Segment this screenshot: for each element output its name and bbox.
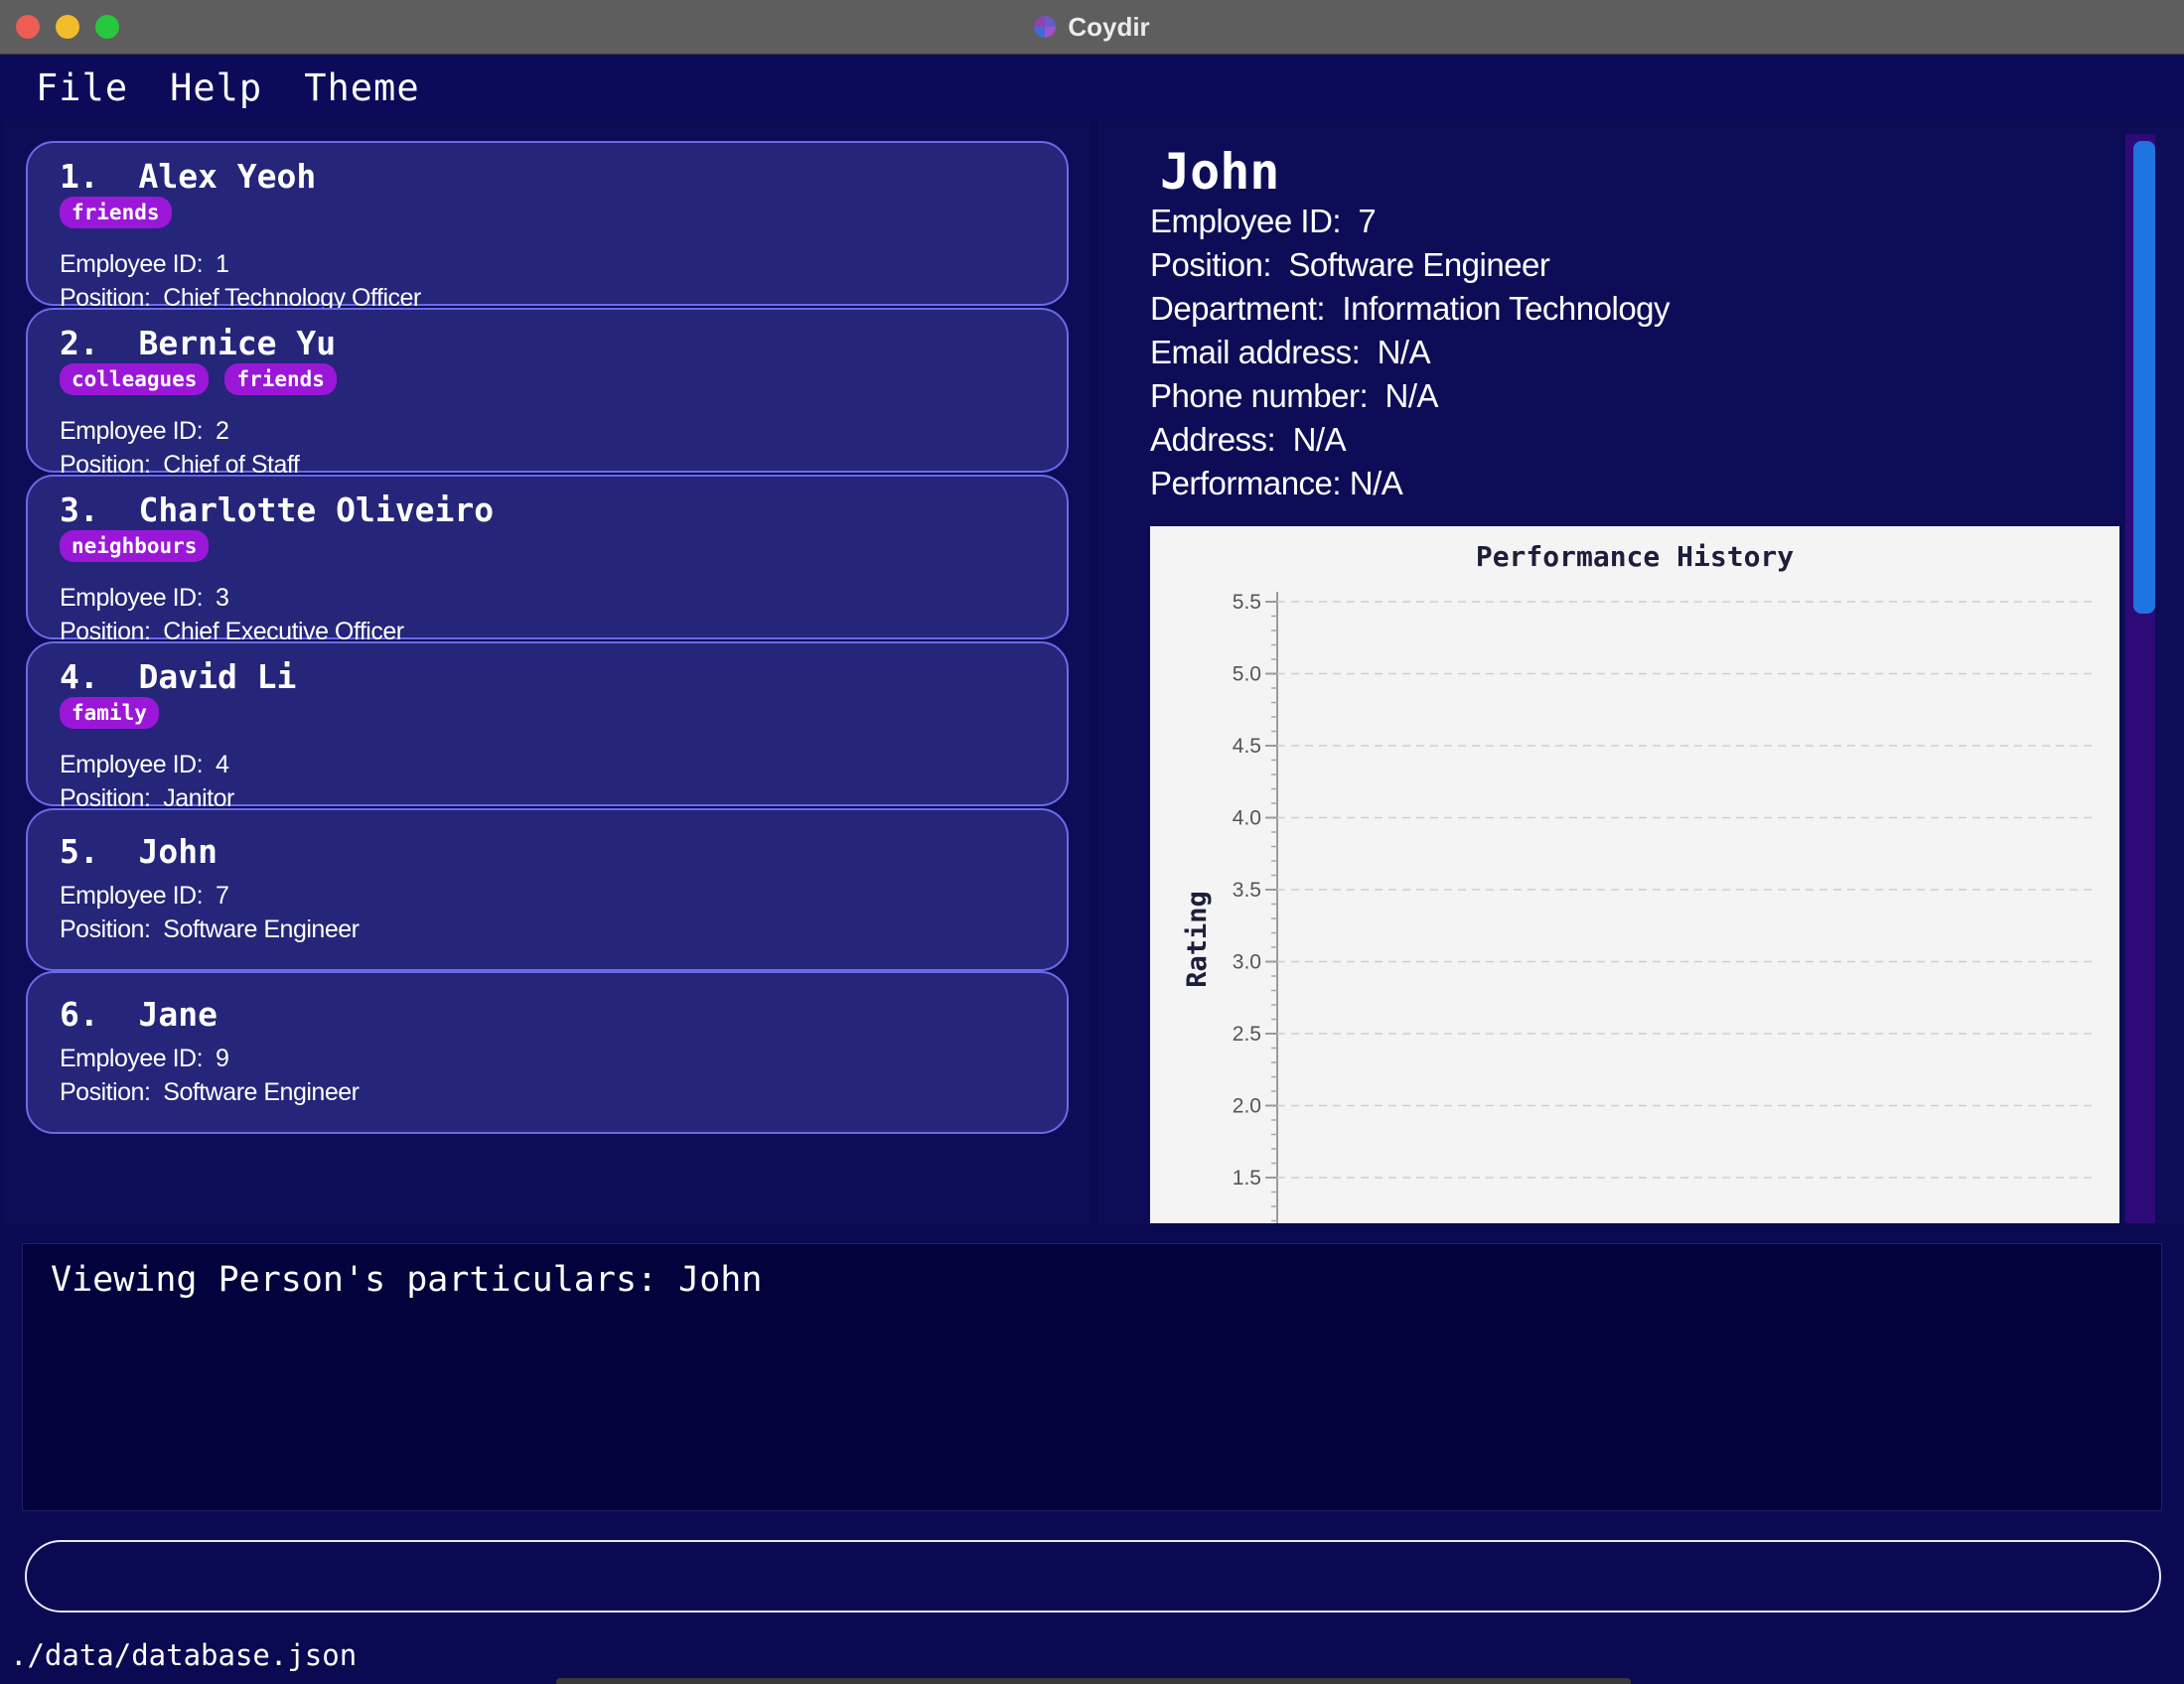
detail-name: John — [1160, 143, 1280, 201]
person-list-panel: 1. Alex Yeoh friends Employee ID: 1 Posi… — [4, 121, 1090, 1223]
person-card[interactable]: 1. Alex Yeoh friends Employee ID: 1 Posi… — [26, 141, 1069, 312]
tag: friends — [60, 197, 172, 228]
status-bar: ./data/database.json — [0, 1628, 2184, 1684]
result-text: Viewing Person's particulars: John — [51, 1260, 763, 1300]
app-logo-icon — [1034, 16, 1057, 38]
person-position: Position: Software Engineer — [60, 915, 360, 943]
person-employee-id: Employee ID: 7 — [60, 882, 229, 910]
detail-employee-id: Employee ID: 7 — [1150, 203, 1377, 239]
person-name: 5. John — [60, 832, 218, 871]
detail-scrollbar-thumb[interactable] — [2133, 141, 2155, 614]
y-tick-label: 4.5 — [1233, 735, 1261, 758]
chart-plot: 5.5 5.0 4.5 4.0 3.5 3.0 2.5 2.0 1.5 Rating — [1182, 591, 2094, 1223]
person-card[interactable]: 6. Jane Employee ID: 9 Position: Softwar… — [26, 971, 1069, 1134]
person-employee-id: Employee ID: 3 — [60, 584, 229, 612]
person-detail-panel: John Employee ID: 7 Position: Software E… — [1098, 121, 2184, 1223]
window-title: Coydir — [0, 0, 2184, 54]
person-name: 2. Bernice Yu — [60, 324, 337, 362]
tag: family — [60, 697, 159, 729]
menu-theme[interactable]: Theme — [304, 67, 419, 109]
person-card[interactable]: 4. David Li family Employee ID: 4 Positi… — [26, 641, 1069, 812]
detail-phone: Phone number: N/A — [1150, 377, 1439, 414]
performance-chart: Performance History 5.5 5.0 4.5 4.0 3.5 3.0 2.… — [1150, 526, 2119, 1223]
y-tick-label: 2.5 — [1233, 1023, 1261, 1046]
y-tick-label: 1.5 — [1233, 1167, 1261, 1190]
detail-department: Department: Information Technology — [1150, 290, 1671, 327]
app-window: Coydir File Help Theme 1. Alex Yeoh frie… — [0, 0, 2184, 1684]
title-bar: Coydir — [0, 0, 2184, 55]
command-input[interactable] — [25, 1540, 2161, 1613]
y-tick-label: 5.0 — [1233, 663, 1261, 686]
result-display: Viewing Person's particulars: John — [22, 1243, 2162, 1511]
y-tick-label: 2.0 — [1233, 1095, 1261, 1118]
person-name: 1. Alex Yeoh — [60, 157, 317, 196]
tag: neighbours — [60, 530, 210, 562]
menu-help[interactable]: Help — [170, 67, 262, 109]
y-tick-label: 5.5 — [1233, 591, 1261, 614]
person-card[interactable]: 2. Bernice Yu colleagues friends Employe… — [26, 308, 1069, 479]
person-employee-id: Employee ID: 4 — [60, 751, 229, 778]
tag: friends — [224, 363, 337, 395]
detail-performance: Performance: N/A — [1150, 465, 1403, 501]
menu-bar: File Help Theme — [0, 55, 2184, 120]
y-tick-label: 3.5 — [1233, 879, 1261, 902]
menu-file[interactable]: File — [36, 67, 128, 109]
detail-email: Email address: N/A — [1150, 334, 1431, 370]
person-card[interactable]: 5. John Employee ID: 7 Position: Softwar… — [26, 808, 1069, 971]
person-employee-id: Employee ID: 2 — [60, 417, 229, 445]
person-tags: family — [60, 697, 175, 729]
window-title-text: Coydir — [1068, 11, 1150, 42]
person-tags: friends — [60, 197, 188, 228]
dock-edge — [556, 1678, 1631, 1684]
person-name: 6. Jane — [60, 995, 218, 1034]
person-employee-id: Employee ID: 1 — [60, 250, 229, 278]
person-name: 4. David Li — [60, 657, 297, 696]
person-tags: colleagues friends — [60, 363, 353, 395]
person-position: Position: Software Engineer — [60, 1078, 360, 1106]
detail-position: Position: Software Engineer — [1150, 246, 1550, 283]
save-location: ./data/database.json — [10, 1638, 358, 1672]
detail-address: Address: N/A — [1150, 421, 1347, 458]
y-tick-label: 4.0 — [1233, 807, 1261, 830]
tag: colleagues — [60, 363, 210, 395]
person-card[interactable]: 3. Charlotte Oliveiro neighbours Employe… — [26, 475, 1069, 645]
y-tick-label: 3.0 — [1233, 951, 1261, 974]
person-name: 3. Charlotte Oliveiro — [60, 491, 495, 529]
y-axis-label: Rating — [1182, 891, 1213, 988]
person-employee-id: Employee ID: 9 — [60, 1045, 229, 1072]
person-tags: neighbours — [60, 530, 224, 562]
